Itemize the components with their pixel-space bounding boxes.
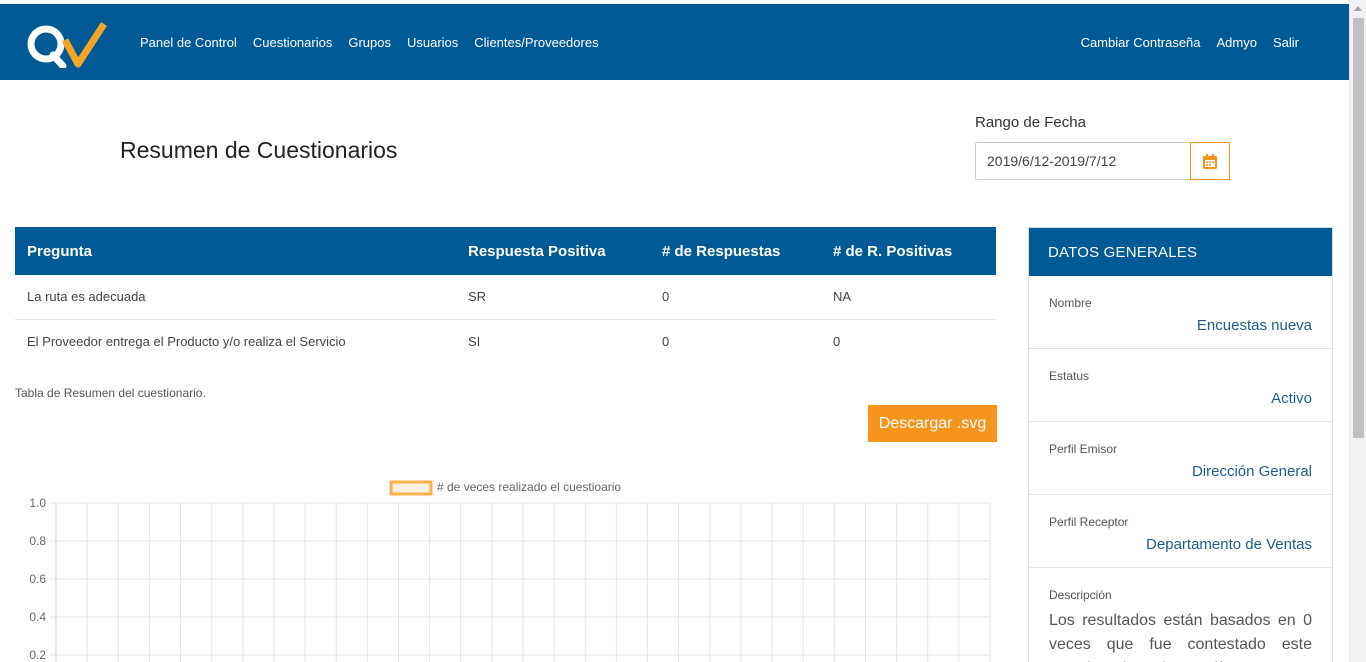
nav-grupos[interactable]: Grupos xyxy=(348,35,391,50)
panel-item-value: Activo xyxy=(1271,390,1312,407)
page-title: Resumen de Cuestionarios xyxy=(120,137,398,163)
description-text: Los resultados están basados en 0 veces … xyxy=(1049,612,1312,662)
scroll-up-arrow-icon[interactable] xyxy=(1354,6,1362,11)
th-num-r-positivas: # de R. Positivas xyxy=(821,227,996,275)
nav-left: Panel de Control Cuestionarios Grupos Us… xyxy=(140,35,599,50)
cell-pregunta: El Proveedor entrega el Producto y/o rea… xyxy=(27,333,346,349)
panel-item-value: Encuestas nueva xyxy=(1196,317,1312,334)
cell-pregunta: La ruta es adecuada xyxy=(15,275,456,320)
table-row: El Proveedor entrega el Producto y/o rea… xyxy=(15,319,996,363)
page-scrollbar[interactable] xyxy=(1349,0,1366,662)
nav-cuestionarios[interactable]: Cuestionarios xyxy=(253,35,333,50)
chart: # de veces realizado el cuestioario 1.0 0… xyxy=(29,480,991,662)
th-pregunta: Pregunta xyxy=(15,227,456,275)
legend-swatch[interactable] xyxy=(389,480,433,496)
general-data-panel: DATOS GENERALES Nombre Encuestas nueva E… xyxy=(1028,227,1333,662)
scroll-thumb[interactable] xyxy=(1353,18,1364,438)
y-tick-label: 0.4 xyxy=(29,610,46,624)
nav-right: Cambiar Contraseña Admyo Salir xyxy=(1081,35,1299,50)
cell-num-r-positivas: 0 xyxy=(833,333,841,349)
nav-panel-de-control[interactable]: Panel de Control xyxy=(140,35,237,50)
th-num-respuestas: # de Respuestas xyxy=(650,227,821,275)
panel-item-label: Nombre xyxy=(1049,296,1092,310)
y-axis-ticks: 1.0 0.8 0.6 0.4 0.2 xyxy=(29,496,46,662)
nav-cambiar-contrasena[interactable]: Cambiar Contraseña xyxy=(1081,35,1201,50)
panel-item-label: Descripción xyxy=(1049,588,1112,602)
panel-item-estatus: Estatus Activo xyxy=(1029,349,1332,422)
panel-item-nombre: Nombre Encuestas nueva xyxy=(1029,276,1332,349)
nav-user-admyo[interactable]: Admyo xyxy=(1217,35,1257,50)
cell-num-respuestas: 0 xyxy=(650,275,821,320)
cell-respuesta-positiva: SI xyxy=(468,333,481,349)
questionnaire-summary-table: Pregunta Respuesta Positiva # de Respues… xyxy=(15,227,996,363)
panel-item-label: Perfil Receptor xyxy=(1049,515,1129,529)
download-svg-button[interactable]: Descargar .svg xyxy=(868,405,997,442)
panel-item-perfil-receptor: Perfil Receptor Departamento de Ventas xyxy=(1029,495,1332,568)
cell-respuesta-positiva: SR xyxy=(456,275,650,320)
table-caption: Tabla de Resumen del cuestionario. xyxy=(15,386,206,400)
table-header-row: Pregunta Respuesta Positiva # de Respues… xyxy=(15,227,996,275)
y-tick-label: 0.6 xyxy=(29,572,46,586)
y-tick-label: 1.0 xyxy=(29,496,46,510)
panel-title: DATOS GENERALES xyxy=(1029,228,1332,276)
nav-clientes-proveedores[interactable]: Clientes/Proveedores xyxy=(474,35,598,50)
chart-grid xyxy=(50,502,991,662)
table-row: La ruta es adecuada SR 0 NA xyxy=(15,275,996,320)
cell-num-r-positivas: NA xyxy=(821,275,996,320)
panel-item-value: Dirección General xyxy=(1191,463,1312,480)
legend-label: # de veces realizado el cuestioario xyxy=(437,480,621,494)
y-tick-label: 0.8 xyxy=(29,534,46,548)
panel-item-perfil-emisor: Perfil Emisor Dirección General xyxy=(1029,422,1332,495)
panel-item-value: Departamento de Ventas xyxy=(1146,536,1312,553)
panel-item-descripcion: Descripción Los resultados están basados… xyxy=(1029,568,1332,662)
top-navbar: Panel de Control Cuestionarios Grupos Us… xyxy=(0,4,1349,80)
nav-salir[interactable]: Salir xyxy=(1273,35,1299,50)
y-tick-label: 0.2 xyxy=(29,648,46,662)
calendar-icon xyxy=(1203,153,1217,169)
date-picker-button[interactable] xyxy=(1190,142,1230,180)
panel-item-label: Estatus xyxy=(1049,369,1090,383)
date-range-label: Rango de Fecha xyxy=(975,114,1086,131)
qv-logo[interactable] xyxy=(26,20,108,68)
panel-item-label: Perfil Emisor xyxy=(1049,442,1118,456)
date-range-input[interactable] xyxy=(975,142,1191,180)
th-respuesta-positiva: Respuesta Positiva xyxy=(456,227,650,275)
cell-num-respuestas: 0 xyxy=(662,333,670,349)
nav-usuarios[interactable]: Usuarios xyxy=(407,35,458,50)
